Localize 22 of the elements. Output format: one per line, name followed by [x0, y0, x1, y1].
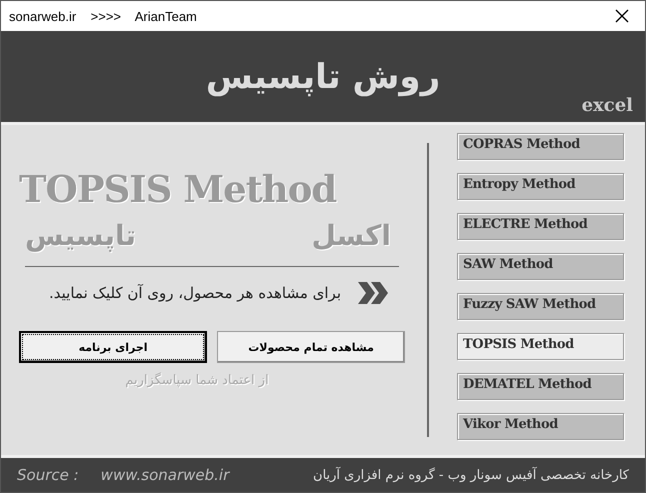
- form-button[interactable]: مشاهده تمام محصولات: [217, 331, 405, 363]
- method-button[interactable]: Fuzzy SAW Method: [457, 293, 624, 320]
- subtitle: تاپسیس: [25, 219, 136, 252]
- form-button[interactable]: اجرای برنامه: [19, 331, 208, 363]
- close-icon: [615, 9, 629, 23]
- method-button[interactable]: Vikor Method: [457, 413, 624, 440]
- method-button[interactable]: DEMATEL Method: [457, 373, 624, 400]
- window-title: sonarweb.ir >>>> ArianTeam: [9, 8, 197, 24]
- instruction-text: برای مشاهده هر محصول، روی آن کلیک نمایید.: [49, 284, 341, 302]
- method-button[interactable]: SAW Method: [457, 253, 624, 280]
- page-title: روش تاپسیس: [206, 56, 440, 96]
- excel-tag: excel: [582, 95, 633, 116]
- method-button[interactable]: COPRAS Method: [457, 133, 624, 160]
- subtitle: اکسل: [312, 219, 391, 252]
- method-button[interactable]: ELECTRE Method: [457, 213, 624, 240]
- source-label: Source :: [17, 466, 79, 484]
- credit-text: کارخانه تخصصی آفیس سونار وب - گروه نرم افزاری آریان: [313, 468, 629, 482]
- method-button[interactable]: Entropy Method: [457, 173, 624, 200]
- double-chevron-icon: [355, 279, 391, 307]
- source-link[interactable]: www.sonarweb.ir: [100, 466, 230, 484]
- method-button[interactable]: TOPSIS Method: [457, 333, 624, 360]
- method-title: TOPSIS Method: [19, 167, 338, 211]
